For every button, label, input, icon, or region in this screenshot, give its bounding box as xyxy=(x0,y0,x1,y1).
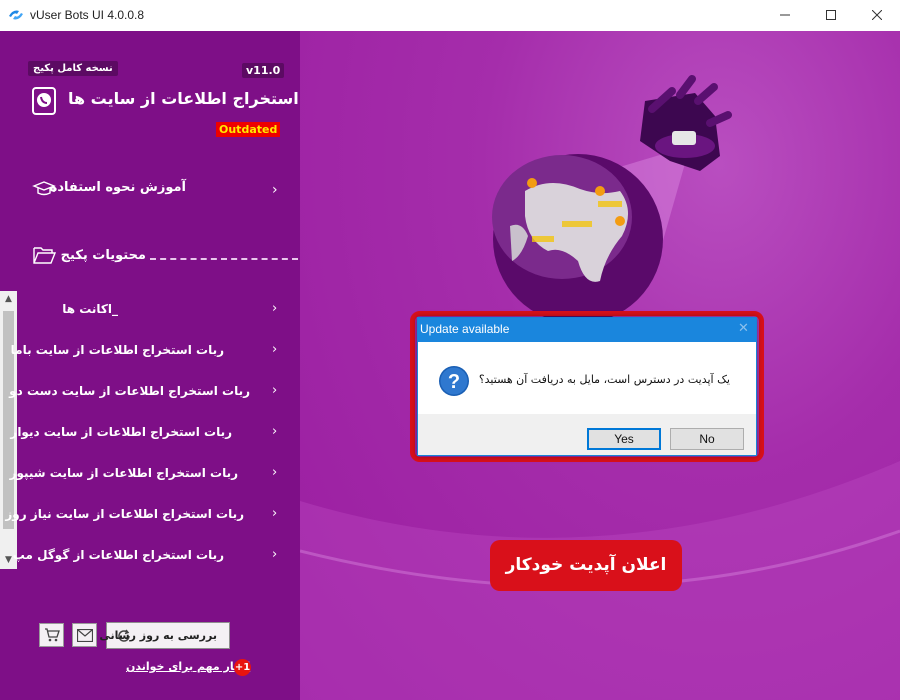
tutorial-row[interactable]: › آموزش نحوه استفاده xyxy=(0,174,300,204)
folder-open-icon xyxy=(33,247,56,264)
check-update-label: بررسی به روز رسانی xyxy=(99,629,217,642)
package-item[interactable]: › ربات استخراج اطلاعات از سایت دیوار xyxy=(10,416,300,452)
auto-update-notice: اعلان آپدیت خودکار xyxy=(490,540,682,591)
no-button[interactable]: No xyxy=(670,428,744,450)
package-item-label: ربات استخراج اطلاعات از سایت نیاز روز xyxy=(5,507,244,521)
product-title: استخراج اطلاعات از سایت ها xyxy=(68,89,299,108)
full-package-badge: نسخه کامل پکیج xyxy=(28,61,118,76)
app-logo-icon xyxy=(9,10,23,20)
package-item[interactable]: › _اکانت ها xyxy=(17,293,300,329)
graduation-cap-icon xyxy=(32,181,56,196)
window-title: vUser Bots UI 4.0.0.8 xyxy=(30,8,145,22)
chevron-icon: › xyxy=(272,424,278,439)
close-button[interactable] xyxy=(854,0,900,31)
chevron-icon: › xyxy=(272,383,278,398)
minimize-icon xyxy=(780,14,790,16)
chevron-icon: › xyxy=(272,547,278,562)
package-item[interactable]: › ربات استخراج اطلاعات از گوگل مپ xyxy=(13,539,300,575)
scroll-up-icon[interactable]: ▲ xyxy=(0,291,17,308)
package-item[interactable]: › ربات استخراج اطلاعات از سایت نیاز روز xyxy=(5,498,300,534)
tutorial-label: آموزش نحوه استفاده xyxy=(49,180,186,195)
package-item-label: _اکانت ها xyxy=(62,302,118,316)
package-item[interactable]: › ربات استخراج اطلاعات از سایت باما xyxy=(11,334,300,370)
section-divider xyxy=(150,258,298,260)
close-icon[interactable]: ✕ xyxy=(738,321,749,336)
question-icon: ? xyxy=(439,366,469,396)
check-update-button[interactable]: بررسی به روز رسانی xyxy=(99,622,230,649)
cart-button[interactable] xyxy=(39,623,64,647)
news-count-badge: +1 xyxy=(234,659,251,676)
outdated-badge: Outdated xyxy=(216,122,281,137)
chevron-icon: › xyxy=(272,506,278,521)
package-contents-heading: محتویات پکیج xyxy=(60,248,146,263)
close-icon xyxy=(872,10,882,20)
package-item-label: ربات استخراج اطلاعات از سایت شیپور xyxy=(9,466,238,480)
dialog-title: Update available xyxy=(420,322,510,336)
chevron-icon: › xyxy=(272,342,278,357)
important-news-link[interactable]: اخبار مهم برای خواندن xyxy=(126,660,250,673)
version-label: v11.0 xyxy=(242,63,285,78)
package-item-label: ربات استخراج اطلاعات از گوگل مپ xyxy=(12,548,224,562)
maximize-button[interactable] xyxy=(808,0,854,31)
package-item-label: ربات استخراج اطلاعات از سایت دست دو xyxy=(9,384,250,398)
dialog-message: یک آپدیت در دسترس است، مایل به دریافت آن… xyxy=(478,373,730,386)
window-titlebar: vUser Bots UI 4.0.0.8 xyxy=(0,0,900,31)
chevron-icon: › xyxy=(272,465,278,480)
dialog-titlebar: Update available ✕ xyxy=(418,318,756,342)
phone-book-icon xyxy=(32,87,56,115)
maximize-icon xyxy=(826,10,836,20)
chevron-icon: › xyxy=(272,182,278,198)
package-item-label: ربات استخراج اطلاعات از سایت دیوار xyxy=(10,425,232,439)
package-item[interactable]: › ربات استخراج اطلاعات از سایت شیپور xyxy=(10,457,300,493)
email-icon xyxy=(77,629,93,642)
svg-text:?: ? xyxy=(448,371,460,393)
sidebar: نسخه کامل پکیج v11.0 استخراج اطلاعات از … xyxy=(0,31,300,700)
contact-button[interactable] xyxy=(72,623,97,647)
minimize-button[interactable] xyxy=(762,0,808,31)
chevron-icon: › xyxy=(272,301,278,316)
cart-icon xyxy=(45,628,60,642)
package-item-label: ربات استخراج اطلاعات از سایت باما xyxy=(10,343,224,357)
yes-button[interactable]: Yes xyxy=(587,428,661,450)
package-item[interactable]: › ربات استخراج اطلاعات از سایت دست دو xyxy=(9,375,300,411)
